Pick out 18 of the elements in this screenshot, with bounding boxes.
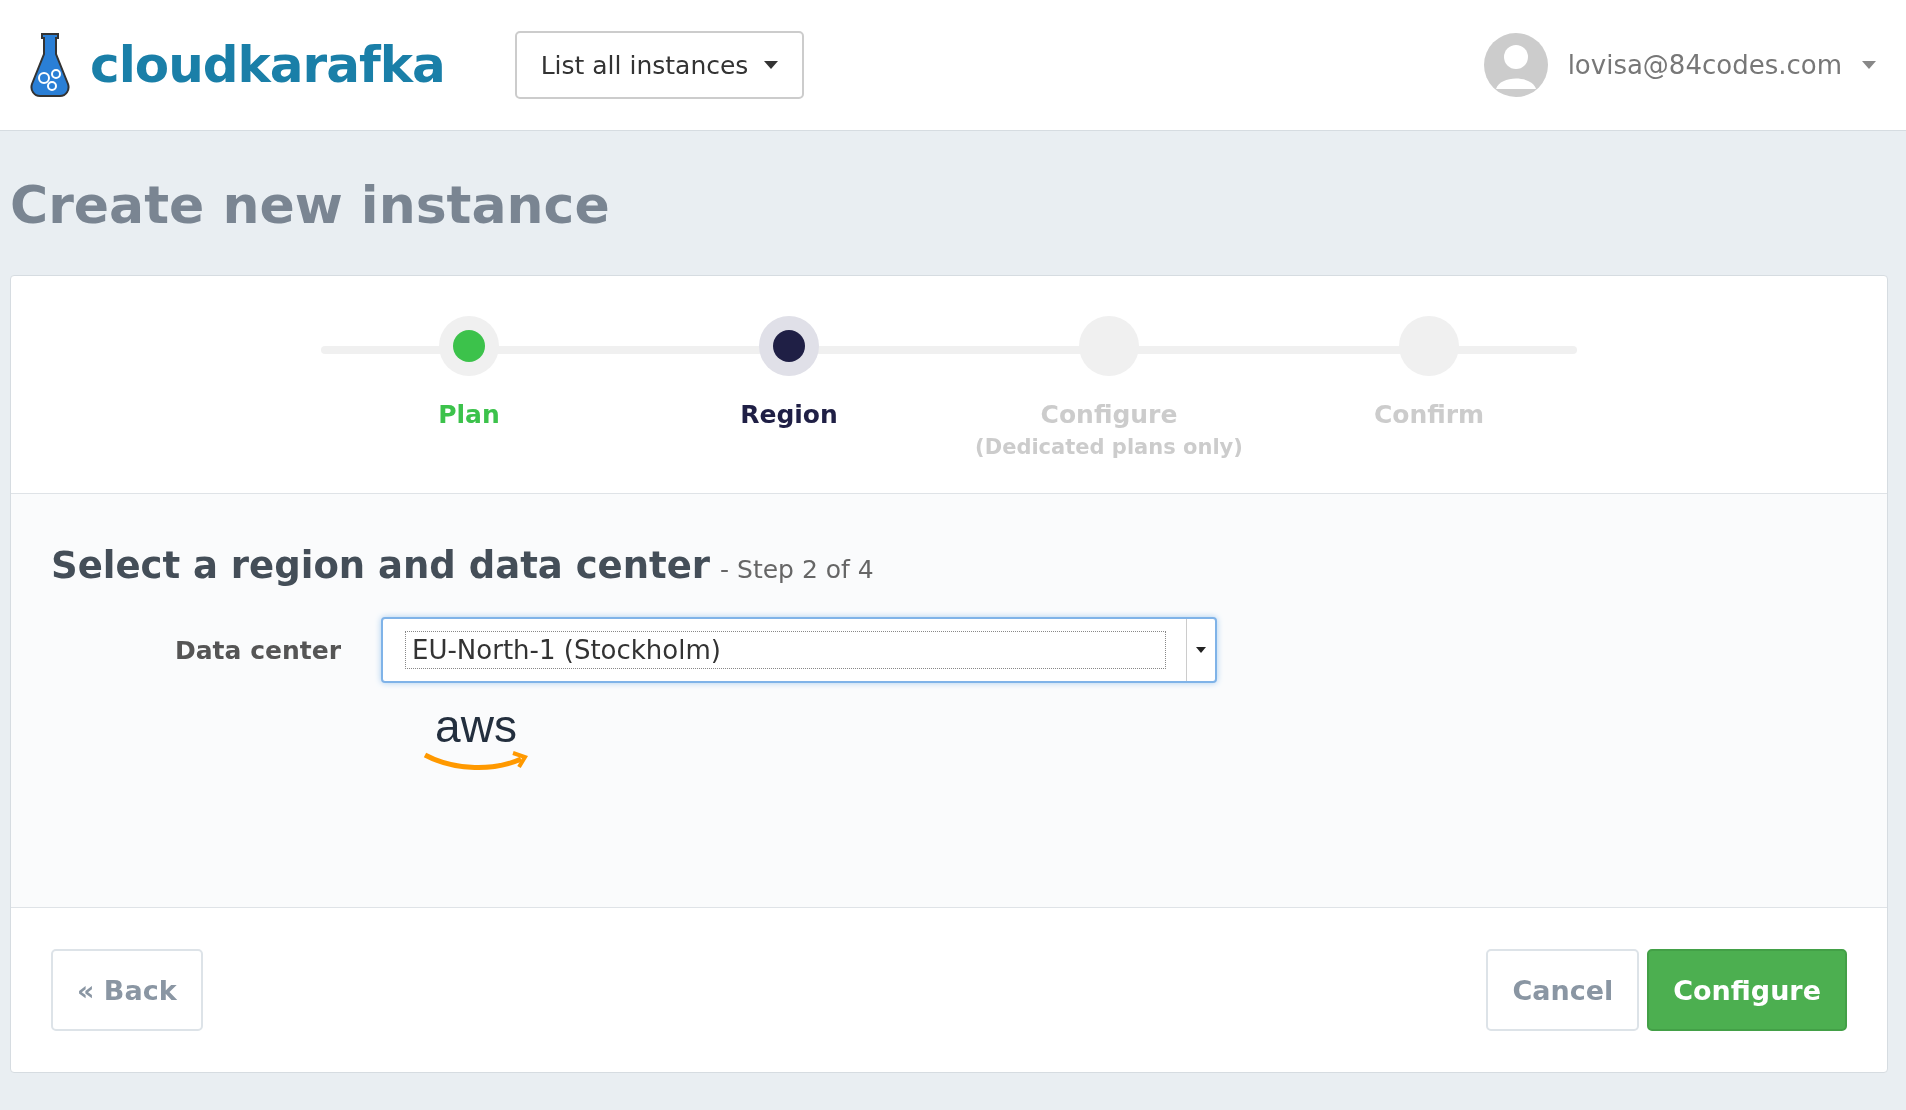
caret-icon (1196, 647, 1206, 653)
aws-logo: aws (421, 703, 531, 771)
user-email[interactable]: lovisa@84codes.com (1567, 50, 1842, 80)
caret-icon[interactable] (1862, 61, 1876, 69)
step-label: Plan (438, 400, 500, 429)
logo-wordmark[interactable]: cloudkarafka (90, 36, 445, 94)
section-title: Select a region and data center (51, 544, 711, 587)
step-label: Region (740, 400, 838, 429)
page-title: Create new instance (9, 174, 611, 237)
step-note: - Step 2 of 4 (720, 555, 874, 584)
field-label: Data center (174, 635, 342, 665)
caret-icon (764, 61, 779, 69)
configure-button[interactable]: Configure (1647, 949, 1847, 1031)
flask-logo-icon (30, 30, 70, 100)
cancel-button[interactable]: Cancel (1486, 949, 1640, 1031)
data-center-select[interactable]: EU-North-1 (Stockholm) (381, 617, 1217, 683)
back-button[interactable]: « Back (51, 949, 203, 1031)
instances-dropdown[interactable]: List all instances (514, 31, 805, 99)
